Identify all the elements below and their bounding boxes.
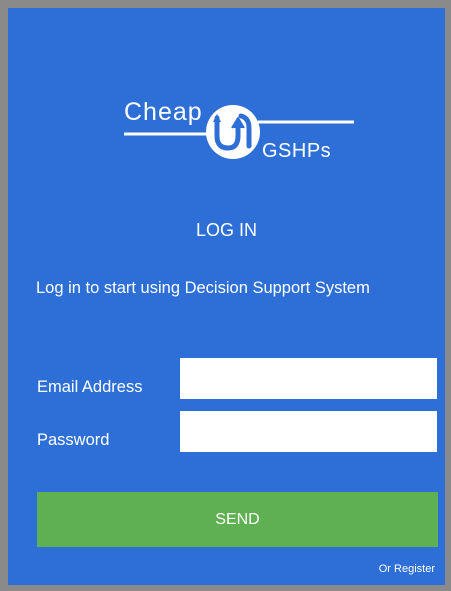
register-link[interactable]: Or Register (379, 563, 435, 575)
logo-word-gshps: GSHPs (262, 140, 332, 162)
login-panel: Cheap GSHPs LOG IN Log in to start using… (8, 8, 445, 585)
password-label: Password (37, 431, 110, 449)
page-title: LOG IN (195, 220, 257, 240)
password-field[interactable] (180, 411, 437, 452)
intro-text: Log in to start using Decision Support S… (36, 279, 370, 297)
logo-word-cheap: Cheap (124, 98, 203, 126)
email-label: Email Address (37, 378, 143, 396)
email-field[interactable] (180, 358, 437, 399)
logo: Cheap GSHPs (116, 98, 366, 176)
send-button[interactable]: SEND (37, 492, 438, 547)
